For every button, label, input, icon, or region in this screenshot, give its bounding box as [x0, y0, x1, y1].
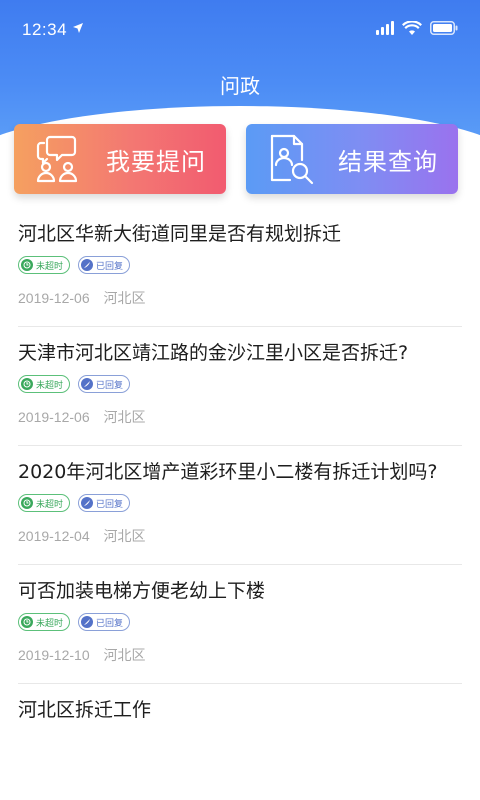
question-meta: 2019-12-10 河北区 [18, 645, 462, 683]
replied-text: 已回复 [96, 499, 124, 510]
status-time: 12:34 [22, 20, 84, 40]
question-tags: 未超时 已回复 [18, 256, 462, 274]
replied-text: 已回复 [96, 618, 124, 629]
feather-icon [81, 378, 94, 390]
not-overdue-badge: 未超时 [18, 613, 71, 631]
ask-question-button[interactable]: 我要提问 [14, 124, 226, 194]
not-overdue-badge: 未超时 [18, 256, 71, 274]
query-result-button[interactable]: 结果查询 [246, 124, 458, 194]
question-district: 河北区 [103, 291, 146, 307]
battery-icon [430, 21, 458, 35]
question-item[interactable]: 河北区拆迁工作 [18, 684, 462, 724]
document-search-icon [270, 134, 314, 185]
question-date: 2019-12-04 [18, 528, 90, 544]
question-district: 河北区 [103, 648, 146, 664]
status-time-text: 12:34 [22, 20, 68, 39]
location-arrow-icon [72, 20, 84, 39]
status-bar: 12:34 [0, 0, 480, 60]
chat-users-icon [36, 135, 78, 183]
question-title: 河北区拆迁工作 [18, 699, 152, 721]
question-tags: 未超时 已回复 [18, 375, 462, 393]
replied-badge: 已回复 [78, 494, 131, 512]
wifi-icon [402, 20, 422, 36]
replied-text: 已回复 [96, 380, 124, 391]
replied-badge: 已回复 [78, 375, 131, 393]
clock-icon [21, 259, 33, 271]
question-date: 2019-12-06 [18, 409, 90, 425]
question-meta: 2019-12-04 河北区 [18, 526, 462, 564]
question-title: 2020年河北区增产道彩环里小二楼有拆迁计划吗? [18, 461, 438, 483]
question-meta: 2019-12-06 河北区 [18, 407, 462, 445]
not-overdue-text: 未超时 [36, 499, 64, 510]
question-district: 河北区 [103, 410, 146, 426]
query-result-label: 结果查询 [338, 147, 438, 176]
ask-question-label: 我要提问 [106, 147, 206, 176]
question-tags: 未超时 已回复 [18, 613, 462, 631]
not-overdue-badge: 未超时 [18, 375, 71, 393]
replied-badge: 已回复 [78, 256, 131, 274]
feather-icon [81, 259, 94, 271]
replied-badge: 已回复 [78, 613, 131, 631]
replied-text: 已回复 [96, 261, 124, 272]
question-item[interactable]: 2020年河北区增产道彩环里小二楼有拆迁计划吗? 未超时 已回复 2019-12… [18, 446, 462, 565]
feather-icon [81, 616, 94, 628]
question-title: 天津市河北区靖江路的金沙江里小区是否拆迁? [18, 342, 409, 364]
not-overdue-text: 未超时 [36, 261, 64, 272]
question-date: 2019-12-10 [18, 647, 90, 663]
action-row: 我要提问 结果查询 [14, 124, 458, 196]
question-item[interactable]: 可否加装电梯方便老幼上下楼 未超时 已回复 2019-12-10 河北区 [18, 565, 462, 684]
question-item[interactable]: 天津市河北区靖江路的金沙江里小区是否拆迁? 未超时 已回复 2019-12-06… [18, 327, 462, 446]
question-tags: 未超时 已回复 [18, 494, 462, 512]
clock-icon [21, 616, 33, 628]
not-overdue-text: 未超时 [36, 618, 64, 629]
question-title: 河北区华新大街道同里是否有规划拆迁 [18, 223, 342, 245]
status-icons [376, 18, 458, 38]
question-district: 河北区 [103, 529, 146, 545]
signal-icon [376, 21, 394, 35]
not-overdue-badge: 未超时 [18, 494, 71, 512]
clock-icon [21, 497, 33, 509]
not-overdue-text: 未超时 [36, 380, 64, 391]
question-list: 河北区华新大街道同里是否有规划拆迁 未超时 已回复 2019-12-06 河北区… [0, 208, 480, 724]
question-title: 可否加装电梯方便老幼上下楼 [18, 580, 266, 602]
feather-icon [81, 497, 94, 509]
question-meta: 2019-12-06 河北区 [18, 288, 462, 326]
question-date: 2019-12-06 [18, 290, 90, 306]
question-item[interactable]: 河北区华新大街道同里是否有规划拆迁 未超时 已回复 2019-12-06 河北区 [18, 208, 462, 327]
clock-icon [21, 378, 33, 390]
page-title: 问政 [220, 74, 260, 98]
